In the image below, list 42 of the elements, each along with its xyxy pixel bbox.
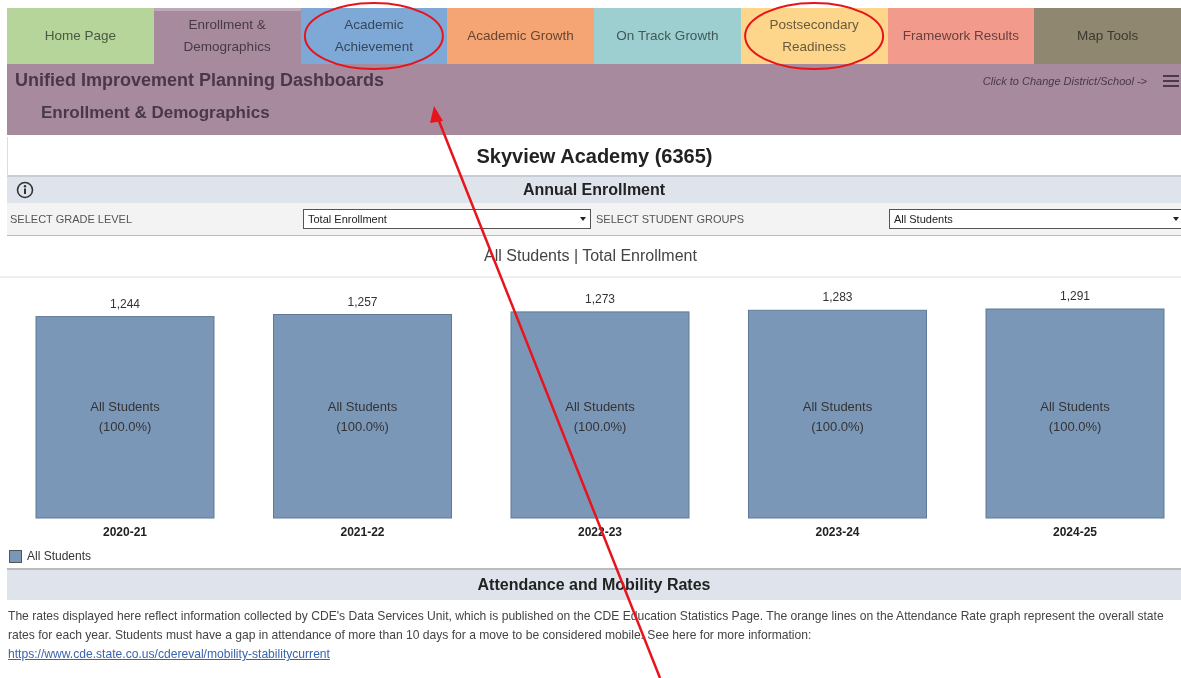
- change-district-link[interactable]: Click to Change District/School ->: [982, 74, 1147, 87]
- dropdown[interactable]: Total Enrollment: [303, 209, 591, 229]
- value-label: 1,283: [822, 290, 853, 305]
- bar-label: All Students (100.0%): [90, 399, 160, 434]
- page-subtitle: Enrollment & Demographics: [40, 102, 270, 123]
- info-icon[interactable]: [16, 181, 34, 199]
- nav-tab[interactable]: On Track Growth: [594, 8, 741, 64]
- axis-label: 2024-25: [1053, 525, 1097, 539]
- menu-icon[interactable]: [1163, 73, 1179, 88]
- nav-tab[interactable]: Academic Growth: [447, 8, 594, 64]
- value-label: 1,273: [585, 291, 615, 306]
- bar[interactable]: [35, 316, 215, 519]
- bar[interactable]: [510, 311, 690, 519]
- value-label: 1,291: [1060, 289, 1090, 303]
- school-name: Skyview Academy (6365): [476, 144, 713, 168]
- value-label: 1,257: [347, 294, 378, 309]
- dropdown[interactable]: All Students: [889, 209, 1181, 229]
- filter-label: SELECT GRADE LEVEL: [9, 213, 134, 225]
- info-link[interactable]: https://www.cde.state.co.us/cdereval/mobility-stabilitycurrent: [8, 647, 330, 661]
- bar[interactable]: [985, 308, 1165, 519]
- value-label: 1,244: [110, 296, 140, 311]
- bar[interactable]: [748, 309, 927, 519]
- caret-icon: [1173, 217, 1179, 221]
- axis-label: 2020-21: [103, 525, 147, 539]
- filter-label: SELECT STUDENT GROUPS: [595, 213, 746, 225]
- nav-tab[interactable]: Postsecondary Readiness: [740, 8, 888, 64]
- bar-label: All Students (100.0%): [1040, 399, 1110, 434]
- axis-label: 2021-22: [340, 525, 385, 539]
- nav-tab[interactable]: Enrollment & Demographics: [153, 8, 301, 64]
- bar-label: All Students (100.0%): [802, 399, 873, 434]
- caret-icon: [580, 217, 586, 221]
- bar-label: All Students (100.0%): [565, 399, 635, 434]
- axis-label: 2023-24: [815, 525, 860, 539]
- section-title: Annual Enrollment: [522, 181, 666, 199]
- bar[interactable]: [273, 314, 452, 519]
- nav-tab[interactable]: Framework Results: [887, 8, 1035, 64]
- legend-label: All Students: [27, 549, 92, 563]
- dashboard-title: Unified Improvement Planning Dashboards: [15, 70, 385, 91]
- nav-tab[interactable]: Map Tools: [1034, 8, 1181, 64]
- nav-tab[interactable]: Home Page: [7, 8, 154, 64]
- nav-tab[interactable]: Academic Achievement: [300, 8, 448, 64]
- bar-label: All Students (100.0%): [327, 399, 398, 434]
